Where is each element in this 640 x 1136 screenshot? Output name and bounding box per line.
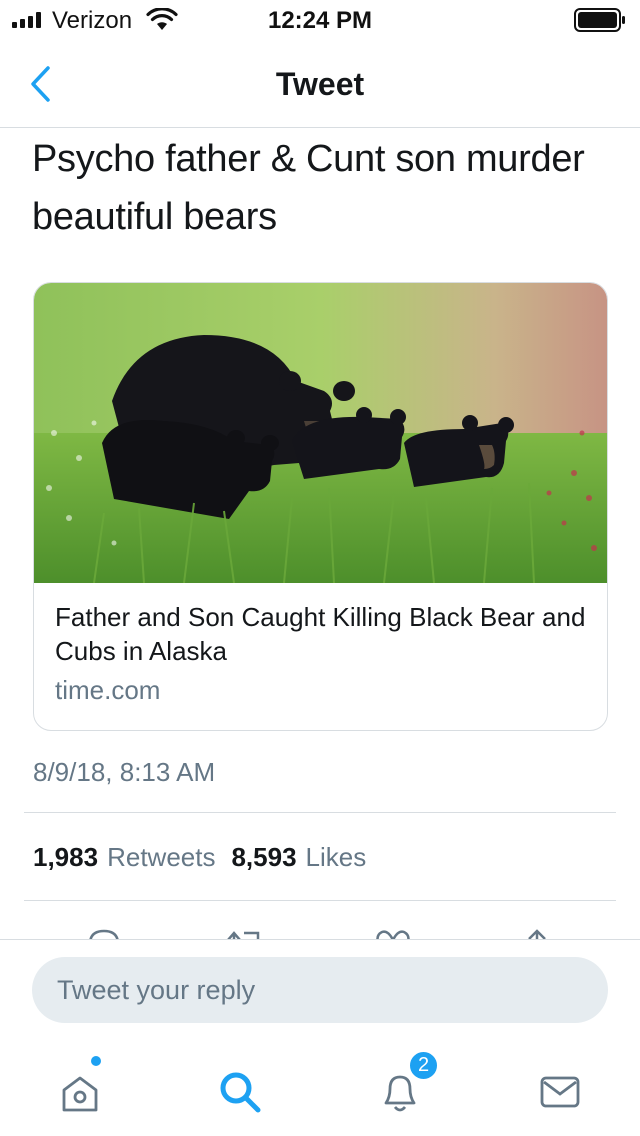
tweet-text: Psycho father & Cunt son murder beautifu… <box>32 138 585 238</box>
tweet-actions <box>0 920 640 939</box>
reply-input[interactable] <box>32 957 608 1023</box>
card-domain: time.com <box>55 675 161 705</box>
likes-stat[interactable]: 8,593 Likes <box>231 842 366 873</box>
retweets-label: Retweets <box>107 842 216 872</box>
page-title: Tweet <box>275 66 365 102</box>
notifications-badge: 2 <box>408 1050 439 1081</box>
status-time: 12:24 PM <box>267 7 373 34</box>
like-icon[interactable] <box>374 928 412 939</box>
divider <box>24 900 616 901</box>
card-image <box>34 283 607 583</box>
retweets-count: 1,983 <box>33 842 99 872</box>
card-title: Father and Son Caught Killing Black Bear… <box>55 602 586 666</box>
retweet-icon[interactable] <box>224 928 264 939</box>
reply-bar <box>0 939 640 1039</box>
navigation-bar: Tweet <box>0 40 640 128</box>
tab-home[interactable] <box>50 1062 110 1122</box>
tab-bar: 2 <box>0 1040 640 1136</box>
retweets-stat[interactable]: 1,983 Retweets <box>33 842 215 873</box>
share-icon[interactable] <box>522 928 552 939</box>
tab-search[interactable] <box>210 1062 270 1122</box>
messages-icon <box>540 1076 580 1108</box>
link-card[interactable]: Father and Son Caught Killing Black Bear… <box>33 282 608 731</box>
battery-icon <box>574 8 625 32</box>
status-bar: Verizon 12:24 PM <box>0 0 640 40</box>
home-icon <box>62 1076 98 1112</box>
home-unread-dot <box>91 1056 101 1066</box>
search-icon <box>220 1072 261 1113</box>
divider <box>24 812 616 813</box>
reply-icon[interactable] <box>86 928 122 939</box>
likes-label: Likes <box>305 842 367 872</box>
likes-count: 8,593 <box>231 842 297 872</box>
tweet-stats: 1,983 Retweets 8,593 Likes <box>33 842 366 873</box>
tab-messages[interactable] <box>530 1062 590 1122</box>
tweet-timestamp: 8/9/18, 8:13 AM <box>33 757 216 787</box>
